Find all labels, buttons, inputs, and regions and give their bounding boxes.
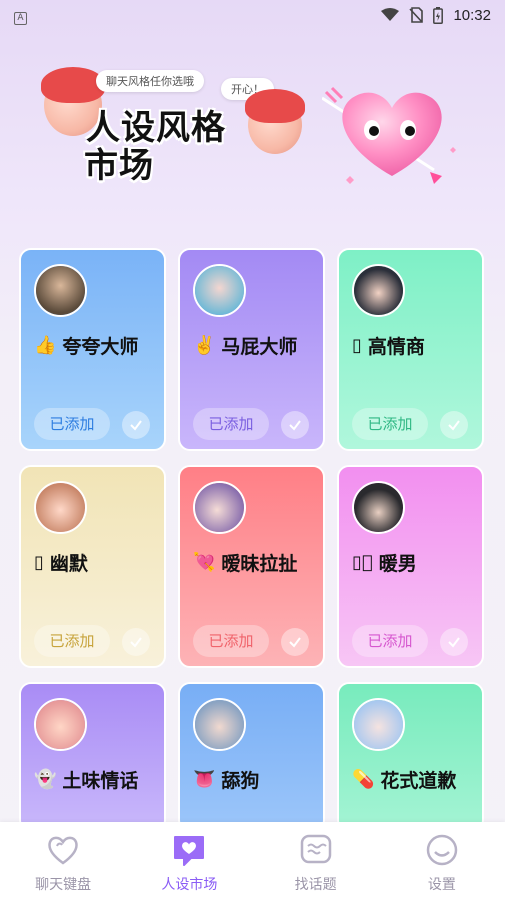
persona-card[interactable]: 👻 土味情话 (19, 682, 166, 832)
persona-emoji: 👍 (34, 335, 57, 356)
persona-card[interactable]: ▯ 幽默 已添加 (19, 465, 166, 668)
persona-card[interactable]: 💘 暧昧拉扯 已添加 (178, 465, 325, 668)
persona-emoji: 👅 (193, 769, 216, 790)
persona-name: 幽默 (49, 553, 88, 575)
avatar (34, 698, 87, 751)
avatar (193, 264, 246, 317)
status-bar: A 10:32 (0, 0, 505, 30)
persona-emoji: 💊 (352, 769, 375, 790)
heart-outline-icon (45, 832, 81, 868)
persona-card[interactable]: ✌️ 马屁大师 已添加 (178, 248, 325, 451)
persona-name-row: ▯ 幽默 (34, 549, 88, 576)
persona-name: 暖男 (378, 553, 417, 575)
nav-item-settings[interactable]: 设置 (387, 832, 497, 894)
check-icon[interactable] (440, 411, 468, 439)
check-icon[interactable] (281, 411, 309, 439)
persona-grid: 👍 夸夸大师 已添加 ✌️ 马屁大师 已添加 ▯ 高情商 已添加 ▯ 幽默 已添… (19, 248, 487, 832)
persona-emoji: ▯🏻 (352, 552, 373, 573)
avatar (352, 264, 405, 317)
persona-name-row: ▯ 高情商 (352, 332, 425, 359)
persona-name: 高情商 (367, 336, 425, 358)
cartoon-face-right (244, 89, 306, 154)
avatar (193, 481, 246, 534)
persona-name-row: ✌️ 马屁大师 (193, 332, 297, 359)
persona-name: 马屁大师 (221, 336, 298, 358)
a-box-icon: A (14, 12, 27, 25)
status-left: A (14, 5, 27, 25)
added-button[interactable]: 已添加 (352, 625, 428, 657)
persona-card[interactable]: 👅 舔狗 (178, 682, 325, 832)
banner-bubble-1: 聊天风格任你选哦 (96, 70, 204, 92)
persona-card[interactable]: ▯🏻 暖男 已添加 (337, 465, 484, 668)
check-icon[interactable] (440, 628, 468, 656)
persona-emoji: 👻 (34, 769, 57, 790)
added-button[interactable]: 已添加 (193, 625, 269, 657)
heart-chat-icon (171, 832, 207, 868)
avatar (352, 481, 405, 534)
no-sim-icon (409, 7, 424, 23)
wifi-icon (381, 8, 400, 21)
added-button[interactable]: 已添加 (34, 625, 110, 657)
nav-label: 聊天键盘 (35, 877, 92, 893)
check-icon[interactable] (122, 628, 150, 656)
heart-with-arrow (321, 68, 462, 188)
persona-name-row: 💊 花式道歉 (352, 766, 456, 793)
chat-wave-icon (298, 832, 334, 868)
bottom-nav: 聊天键盘 人设市场 找话题 设置 (0, 822, 505, 899)
persona-emoji: ▯ (352, 335, 362, 356)
persona-name: 舔狗 (221, 770, 260, 792)
persona-card[interactable]: ▯ 高情商 已添加 (337, 248, 484, 451)
check-icon[interactable] (281, 628, 309, 656)
smile-circle-icon (424, 832, 460, 868)
persona-emoji: 💘 (193, 552, 216, 573)
nav-item-chat-keyboard[interactable]: 聊天键盘 (8, 832, 118, 894)
nav-item-persona-market[interactable]: 人设市场 (134, 832, 244, 894)
nav-label: 找话题 (294, 877, 337, 893)
added-button[interactable]: 已添加 (352, 408, 428, 440)
check-icon[interactable] (122, 411, 150, 439)
persona-name: 土味情话 (62, 770, 139, 792)
banner: 聊天风格任你选哦 开心！ 人设风格 市场 (0, 30, 505, 230)
banner-title-line2: 市场 (84, 146, 154, 186)
battery-icon (433, 6, 444, 24)
persona-name: 夸夸大师 (62, 336, 139, 358)
nav-label: 设置 (427, 877, 456, 893)
avatar (352, 698, 405, 751)
persona-emoji: ▯ (34, 552, 44, 573)
nav-item-find-topic[interactable]: 找话题 (261, 832, 371, 894)
persona-name: 花式道歉 (380, 770, 457, 792)
status-time: 10:32 (453, 6, 491, 24)
persona-name-row: 👅 舔狗 (193, 766, 259, 793)
persona-name-row: 👻 土味情话 (34, 766, 138, 793)
persona-name-row: 👍 夸夸大师 (34, 332, 138, 359)
persona-name-row: 💘 暧昧拉扯 (193, 549, 297, 576)
avatar (34, 264, 87, 317)
avatar (193, 698, 246, 751)
persona-card[interactable]: 👍 夸夸大师 已添加 (19, 248, 166, 451)
status-right: 10:32 (381, 6, 491, 24)
persona-name-row: ▯🏻 暖男 (352, 549, 417, 576)
persona-emoji: ✌️ (193, 335, 216, 356)
added-button[interactable]: 已添加 (34, 408, 110, 440)
added-button[interactable]: 已添加 (193, 408, 269, 440)
nav-label: 人设市场 (161, 877, 218, 893)
persona-name: 暧昧拉扯 (221, 553, 298, 575)
persona-card[interactable]: 💊 花式道歉 (337, 682, 484, 832)
avatar (34, 481, 87, 534)
